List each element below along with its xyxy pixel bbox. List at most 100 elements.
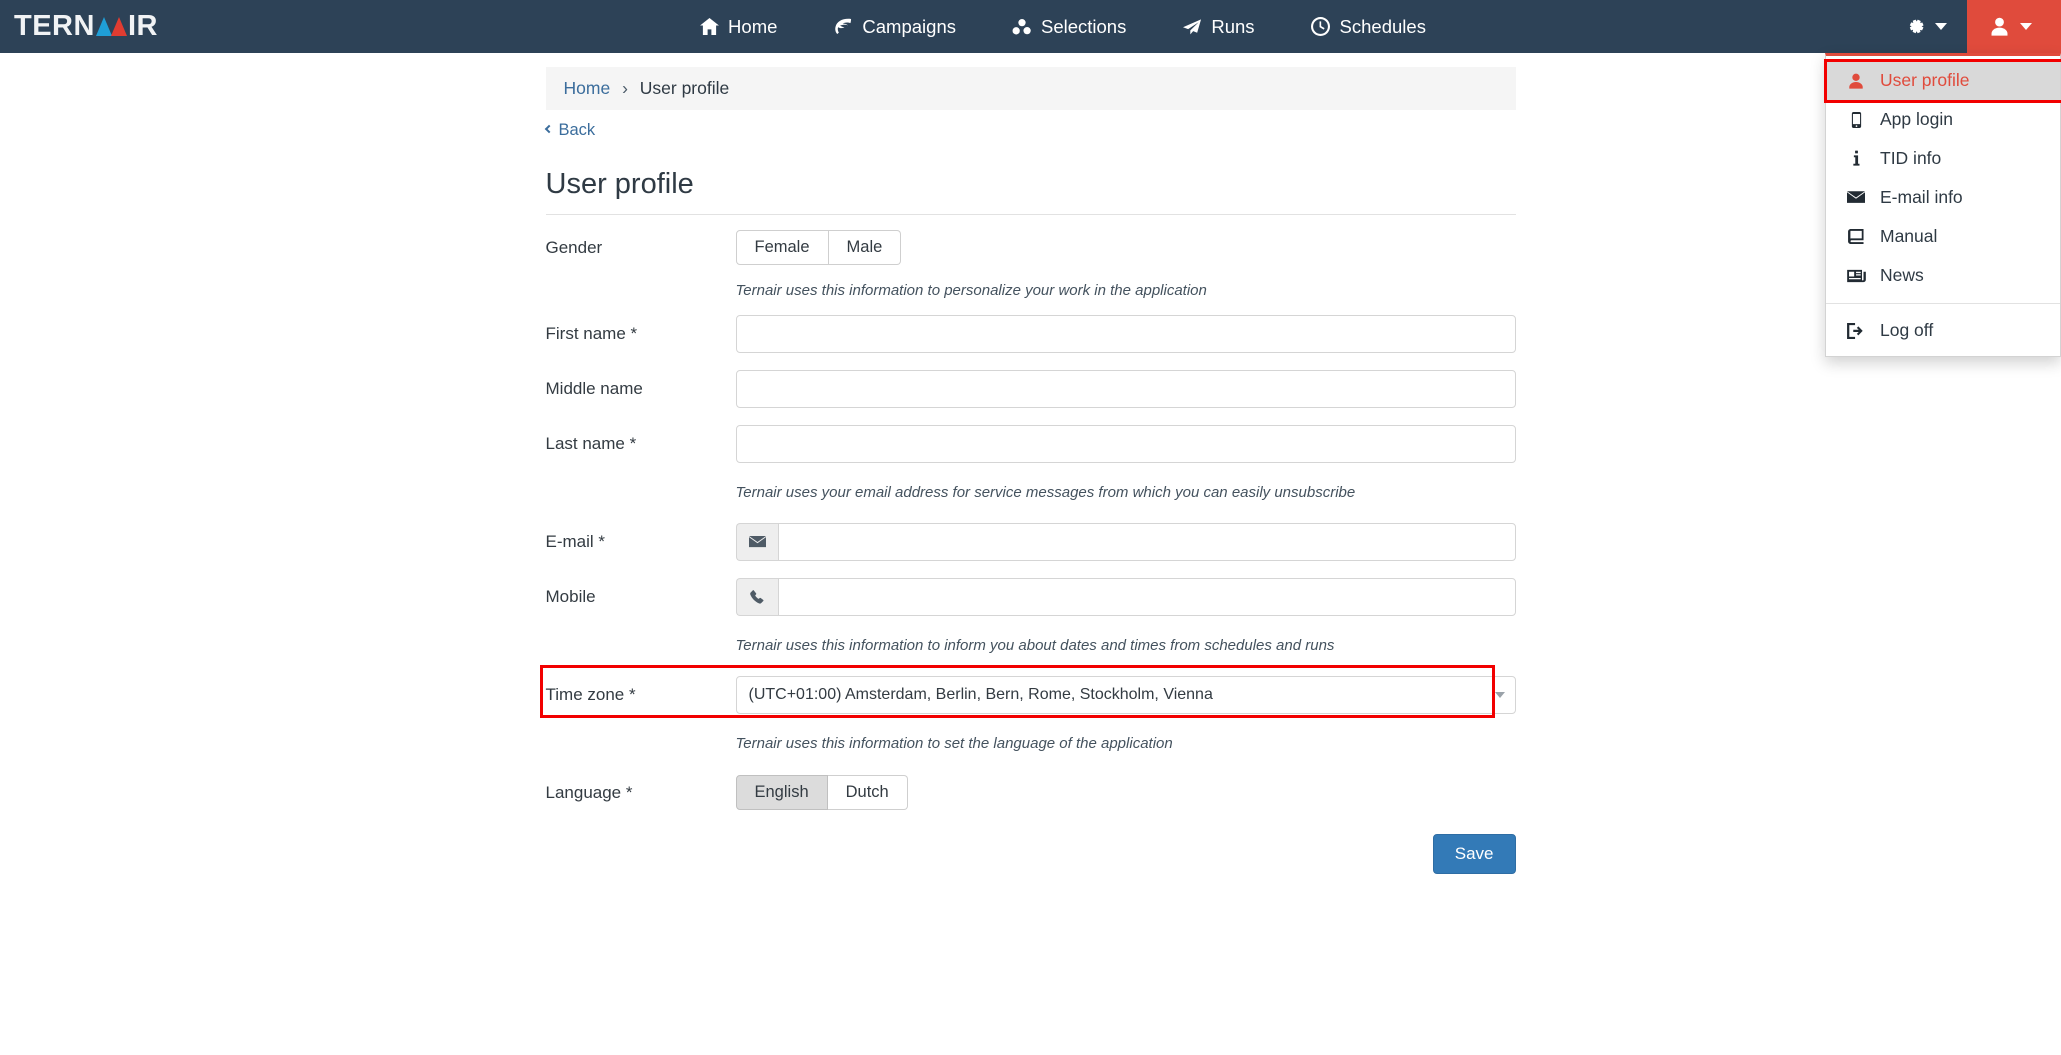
menu-item-manual[interactable]: Manual <box>1826 217 2060 256</box>
timezone-select-wrapper: (UTC+01:00) Amsterdam, Berlin, Bern, Rom… <box>735 675 1516 714</box>
form-row-email: E-mail * <box>546 519 1516 565</box>
last-name-label: Last name * <box>545 433 637 453</box>
timezone-select[interactable]: (UTC+01:00) Amsterdam, Berlin, Bern, Rom… <box>735 675 1516 714</box>
page-container: Home › User profile Back User profile Ge… <box>0 67 2061 874</box>
menu-item-app-login-label: App login <box>1880 109 1953 129</box>
brand-text-after: IR <box>127 10 158 42</box>
user-dropdown-menu: User profile App login TID info E-mail i… <box>1824 53 2061 357</box>
gender-option-male[interactable]: Male <box>828 230 902 265</box>
middle-name-label: Middle name <box>545 378 643 398</box>
email-input[interactable] <box>778 522 1516 561</box>
home-icon <box>699 18 719 35</box>
nav-item-schedules-label: Schedules <box>1339 15 1426 37</box>
language-label: Language * <box>545 782 633 802</box>
chevron-down-icon <box>1494 691 1505 698</box>
form-row-language: Language * English Dutch <box>546 770 1516 816</box>
nav-item-campaigns[interactable]: Campaigns <box>805 0 984 53</box>
menu-item-manual-label: Manual <box>1880 226 1938 246</box>
chevron-down-icon <box>1935 23 1947 30</box>
form-actions: Save <box>546 816 1516 874</box>
nav-item-campaigns-label: Campaigns <box>862 15 956 37</box>
settings-menu-button[interactable] <box>1885 0 1967 53</box>
gender-option-female[interactable]: Female <box>735 230 829 265</box>
form-row-gender: Gender Female Male <box>546 225 1516 271</box>
language-help-text: Ternair uses this information to set the… <box>735 735 1173 752</box>
clock-icon <box>1311 17 1331 36</box>
menu-divider <box>1826 303 2060 304</box>
mobile-icon <box>1846 111 1866 128</box>
user-menu-button[interactable] <box>1967 0 2061 53</box>
user-icon <box>1989 17 2009 36</box>
cubes-icon <box>1012 18 1032 36</box>
menu-item-log-off-label: Log off <box>1880 320 1934 340</box>
form-row-last-name: Last name * <box>546 421 1516 467</box>
user-icon <box>1846 73 1866 89</box>
main-content: User profile Gender Female Male Ternair … <box>539 154 1516 874</box>
nav-item-runs-label: Runs <box>1211 15 1255 37</box>
gender-help-text: Ternair uses this information to persona… <box>735 282 1207 299</box>
email-help-text: Ternair uses your email address for serv… <box>735 484 1356 501</box>
nav-item-selections[interactable]: Selections <box>984 0 1154 53</box>
brand-logo-text: TERN IR <box>14 10 158 43</box>
timezone-label: Time zone * <box>545 684 636 704</box>
user-profile-form: Gender Female Male Ternair uses this inf… <box>539 215 1516 874</box>
timezone-help-text: Ternair uses this information to inform … <box>735 637 1335 654</box>
help-row-language: Ternair uses this information to set the… <box>546 718 1516 770</box>
navbar-right <box>1885 0 2061 53</box>
sign-out-icon <box>1846 322 1866 339</box>
gender-label: Gender <box>545 237 603 257</box>
back-link[interactable]: Back <box>544 120 596 140</box>
middle-name-input[interactable] <box>735 369 1516 408</box>
language-option-dutch[interactable]: Dutch <box>827 775 908 810</box>
nav-item-home-label: Home <box>728 15 778 37</box>
back-link-label: Back <box>558 120 596 139</box>
menu-item-tid-info-label: TID info <box>1880 148 1942 168</box>
menu-item-user-profile[interactable]: User profile <box>1826 61 2060 100</box>
menu-item-log-off[interactable]: Log off <box>1826 311 2060 350</box>
menu-item-news-label: News <box>1880 265 1924 285</box>
breadcrumb-home-link[interactable]: Home <box>564 78 611 98</box>
chevron-down-icon <box>2020 23 2032 30</box>
last-name-input[interactable] <box>735 424 1516 463</box>
form-row-middle-name: Middle name <box>546 366 1516 412</box>
save-button[interactable]: Save <box>1432 833 1516 874</box>
breadcrumb-current: User profile <box>639 78 730 98</box>
paper-plane-icon <box>1182 18 1202 36</box>
menu-item-app-login[interactable]: App login <box>1826 100 2060 139</box>
form-row-first-name: First name * <box>546 311 1516 357</box>
email-label: E-mail * <box>545 531 606 551</box>
menu-item-news[interactable]: News <box>1826 256 2060 295</box>
leaf-icon <box>833 18 853 35</box>
language-option-english[interactable]: English <box>735 775 828 810</box>
first-name-label: First name * <box>545 323 638 343</box>
menu-item-email-info[interactable]: E-mail info <box>1826 178 2060 217</box>
help-row-timezone: Ternair uses this information to inform … <box>546 620 1516 672</box>
page-title: User profile <box>545 154 1516 215</box>
gear-icon <box>1905 16 1925 37</box>
menu-item-tid-info[interactable]: TID info <box>1826 139 2060 178</box>
breadcrumb: Home › User profile <box>545 67 1516 110</box>
gender-toggle-group: Female Male <box>735 230 902 265</box>
nav-item-runs[interactable]: Runs <box>1154 0 1282 53</box>
help-row-gender: Ternair uses this information to persona… <box>546 271 1516 311</box>
back-bar: Back <box>544 119 1516 140</box>
nav-item-home[interactable]: Home <box>671 0 805 53</box>
menu-item-user-profile-label: User profile <box>1880 70 1970 90</box>
nav-item-schedules[interactable]: Schedules <box>1283 0 1454 53</box>
brand-logo[interactable]: TERN IR <box>0 0 240 53</box>
first-name-input[interactable] <box>735 314 1516 353</box>
top-navbar: TERN IR Home Campaigns Selections Runs S… <box>0 0 2061 357</box>
brand-text-before: TERN <box>14 10 95 42</box>
breadcrumb-separator: › <box>622 78 628 98</box>
email-input-group <box>735 522 1516 561</box>
menu-item-email-info-label: E-mail info <box>1880 187 1963 207</box>
envelope-icon <box>735 522 779 561</box>
phone-icon <box>735 577 779 616</box>
mobile-input-group <box>735 577 1516 616</box>
newspaper-icon <box>1846 269 1866 283</box>
book-icon <box>1846 229 1866 244</box>
chevron-left-icon <box>544 124 553 134</box>
mobile-input[interactable] <box>778 577 1516 616</box>
mobile-label: Mobile <box>545 586 596 606</box>
navbar-menu: Home Campaigns Selections Runs Schedules <box>240 0 1885 53</box>
